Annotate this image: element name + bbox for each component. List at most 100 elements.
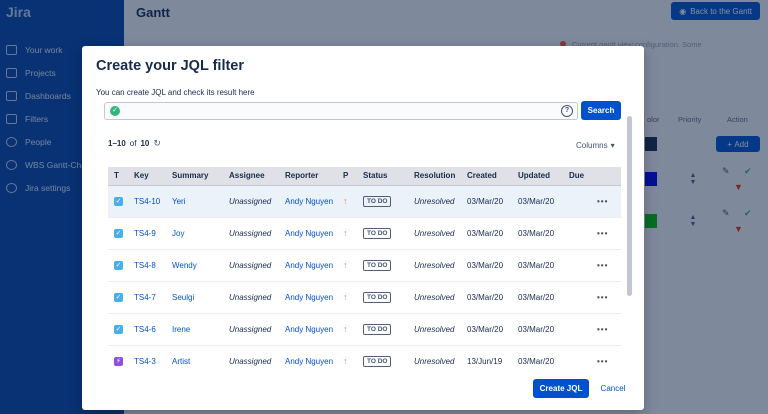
count-range: 1–10 [108, 139, 126, 148]
issue-summary-link[interactable]: Irene [172, 325, 190, 334]
column-header-summary[interactable]: Summary [166, 167, 223, 186]
resolution: Unresolved [414, 228, 455, 238]
created-date: 03/Mar/20 [467, 324, 504, 334]
issue-key-link[interactable]: TS4-10 [134, 197, 160, 206]
resolution: Unresolved [414, 356, 455, 366]
issue-summary-link[interactable]: Artist [172, 357, 190, 366]
reporter-link[interactable]: Andy Nguyen [285, 229, 333, 238]
priority-medium-icon: ↑ [343, 228, 348, 238]
created-date: 03/Mar/20 [467, 260, 504, 270]
assignee: Unassigned [229, 292, 272, 302]
status-badge: TO DO [363, 323, 392, 335]
reporter-link[interactable]: Andy Nguyen [285, 261, 333, 270]
column-header-created[interactable]: Created [461, 167, 512, 186]
status-badge: TO DO [363, 259, 392, 271]
issue-summary-link[interactable]: Seulgi [172, 293, 194, 302]
assignee: Unassigned [229, 260, 272, 270]
column-header-status[interactable]: Status [357, 167, 408, 186]
issue-key-link[interactable]: TS4-6 [134, 325, 156, 334]
column-header-resolution[interactable]: Resolution [408, 167, 461, 186]
columns-label: Columns [576, 141, 608, 150]
jql-input-field[interactable]: ✓ ? [104, 102, 578, 120]
assignee: Unassigned [229, 196, 272, 206]
epic-type-icon: ⚡ [114, 357, 123, 366]
task-type-icon: ✓ [114, 261, 123, 270]
more-actions-icon[interactable]: ••• [597, 293, 608, 302]
more-actions-icon[interactable]: ••• [597, 197, 608, 206]
reporter-link[interactable]: Andy Nguyen [285, 325, 333, 334]
created-date: 03/Mar/20 [467, 292, 504, 302]
task-type-icon: ✓ [114, 197, 123, 206]
column-header-type[interactable]: T [108, 167, 128, 186]
results-table: T Key Summary Assignee Reporter P Status… [108, 167, 621, 367]
issue-summary-link[interactable]: Yeri [172, 197, 186, 206]
search-button[interactable]: Search [581, 101, 621, 120]
status-badge: TO DO [363, 355, 392, 367]
dialog-description: You can create JQL and check its result … [96, 88, 255, 97]
priority-medium-icon: ↑ [343, 196, 348, 206]
reporter-link[interactable]: Andy Nguyen [285, 293, 333, 302]
status-badge: TO DO [363, 195, 392, 207]
refresh-icon[interactable]: ↻ [153, 138, 161, 149]
task-type-icon: ✓ [114, 293, 123, 302]
assignee: Unassigned [229, 356, 272, 366]
more-actions-icon[interactable]: ••• [597, 261, 608, 270]
table-row[interactable]: ✓ TS4-8 Wendy Unassigned Andy Nguyen ↑ T… [108, 249, 621, 282]
resolution: Unresolved [414, 324, 455, 334]
column-header-actions [591, 167, 621, 186]
column-header-priority[interactable]: P [337, 167, 357, 186]
status-badge: TO DO [363, 227, 392, 239]
updated-date: 03/Mar/20 [518, 324, 555, 334]
column-header-assignee[interactable]: Assignee [223, 167, 279, 186]
create-jql-button[interactable]: Create JQL [533, 379, 589, 398]
priority-medium-icon: ↑ [343, 324, 348, 334]
created-date: 03/Mar/20 [467, 228, 504, 238]
issue-key-link[interactable]: TS4-7 [134, 293, 156, 302]
help-icon[interactable]: ? [561, 105, 573, 117]
issue-summary-link[interactable]: Wendy [172, 261, 197, 270]
count-total: 10 [140, 139, 150, 148]
status-badge: TO DO [363, 291, 392, 303]
table-header-row: T Key Summary Assignee Reporter P Status… [108, 167, 621, 186]
reporter-link[interactable]: Andy Nguyen [285, 357, 333, 366]
more-actions-icon[interactable]: ••• [597, 229, 608, 238]
chevron-down-icon: ▾ [610, 141, 615, 150]
resolution: Unresolved [414, 292, 455, 302]
updated-date: 03/Mar/20 [518, 292, 555, 302]
results-table-container[interactable]: T Key Summary Assignee Reporter P Status… [108, 167, 621, 367]
created-date: 03/Mar/20 [467, 196, 504, 206]
resolution: Unresolved [414, 196, 455, 206]
cancel-button[interactable]: Cancel [594, 379, 632, 398]
task-type-icon: ✓ [114, 325, 123, 334]
table-row[interactable]: ✓ TS4-9 Joy Unassigned Andy Nguyen ↑ TO … [108, 217, 621, 250]
column-header-updated[interactable]: Updated [512, 167, 563, 186]
create-jql-dialog: Create your JQL filter You can create JQ… [82, 46, 644, 410]
dialog-scrollbar[interactable] [627, 116, 632, 296]
jql-input[interactable] [125, 104, 545, 118]
issue-key-link[interactable]: TS4-9 [134, 229, 156, 238]
column-header-reporter[interactable]: Reporter [279, 167, 337, 186]
table-row[interactable]: ✓ TS4-6 Irene Unassigned Andy Nguyen ↑ T… [108, 313, 621, 346]
created-date: 13/Jun/19 [467, 356, 503, 366]
more-actions-icon[interactable]: ••• [597, 325, 608, 334]
issue-key-link[interactable]: TS4-3 [134, 357, 156, 366]
column-header-key[interactable]: Key [128, 167, 166, 186]
issue-key-link[interactable]: TS4-8 [134, 261, 156, 270]
valid-check-icon: ✓ [110, 106, 120, 116]
table-row[interactable]: ✓ TS4-7 Seulgi Unassigned Andy Nguyen ↑ … [108, 281, 621, 314]
table-row[interactable]: ✓ TS4-10 Yeri Unassigned Andy Nguyen ↑ T… [108, 185, 621, 218]
priority-medium-icon: ↑ [343, 260, 348, 270]
more-actions-icon[interactable]: ••• [597, 357, 608, 366]
updated-date: 03/Mar/20 [518, 228, 555, 238]
assignee: Unassigned [229, 324, 272, 334]
table-row[interactable]: ⚡ TS4-3 Artist Unassigned Andy Nguyen ↑ … [108, 345, 621, 367]
reporter-link[interactable]: Andy Nguyen [285, 197, 333, 206]
resolution: Unresolved [414, 260, 455, 270]
column-header-due[interactable]: Due [563, 167, 591, 186]
updated-date: 03/Mar/20 [518, 260, 555, 270]
columns-button[interactable]: Columns ▾ [576, 141, 615, 150]
issue-summary-link[interactable]: Joy [172, 229, 184, 238]
priority-medium-icon: ↑ [343, 292, 348, 302]
dialog-title: Create your JQL filter [96, 58, 245, 74]
updated-date: 03/Mar/20 [518, 196, 555, 206]
